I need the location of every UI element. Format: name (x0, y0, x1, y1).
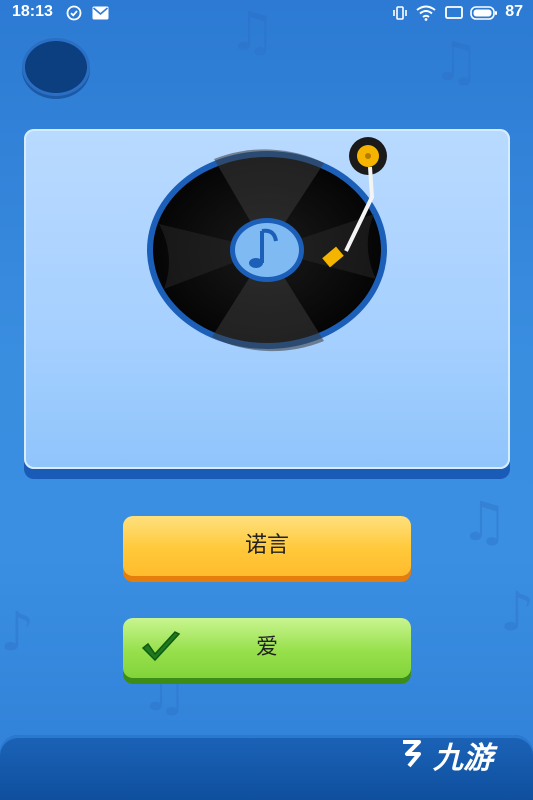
bg-music-note-icon: ♪ (0, 600, 35, 663)
answer-button-2[interactable]: 爱 (123, 618, 411, 678)
bg-music-note-icon: ♫ (432, 30, 481, 93)
battery-level: 87 (505, 3, 523, 20)
jiuyou-logo-icon (399, 738, 427, 776)
screen-cast-icon (445, 5, 463, 25)
watermark-text: 九游 (433, 741, 493, 776)
menu-button[interactable] (22, 38, 90, 96)
check-circle-icon (66, 5, 82, 25)
status-bar: 18:13 87 (0, 0, 533, 26)
battery-icon (470, 5, 498, 25)
checkmark-icon (141, 630, 181, 690)
bg-music-note-icon: ♪ (500, 580, 533, 643)
answer-label: 爱 (255, 635, 278, 660)
watermark-logo: 九游 (399, 733, 493, 777)
wifi-icon (416, 5, 436, 25)
status-time: 18:13 (12, 3, 53, 20)
vinyl-record-icon (147, 137, 387, 352)
answer-button-1[interactable]: 诺言 (123, 516, 411, 576)
answer-label: 诺言 (244, 533, 289, 558)
bg-music-note-icon: ♫ (460, 490, 509, 553)
vibrate-icon (392, 5, 408, 25)
mail-icon (92, 5, 109, 24)
question-card (24, 129, 510, 469)
